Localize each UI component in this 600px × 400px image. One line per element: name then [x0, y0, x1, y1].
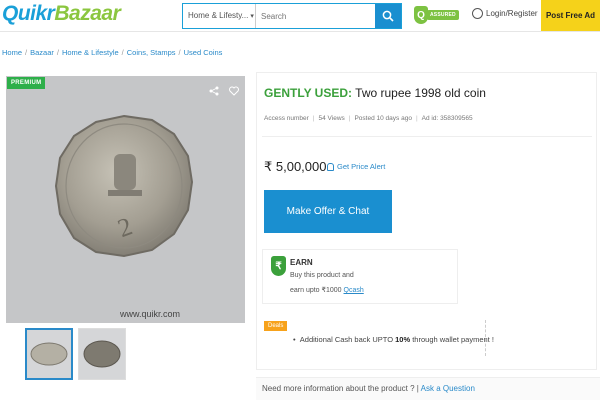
search-bar: Home & Lifesty... ▾: [182, 3, 402, 29]
breadcrumb-item[interactable]: Bazaar: [30, 48, 54, 57]
breadcrumb: Home / Bazaar / Home & Lifestyle / Coins, Stam…: [2, 48, 222, 57]
more-info-bar: Need more information about the product …: [256, 377, 600, 400]
assured-label: ASSURED: [427, 10, 459, 20]
deal-text-prefix: Additional Cash back UPTO: [299, 335, 396, 344]
price-alert-link[interactable]: Get Price Alert: [327, 162, 385, 171]
watermark-text: www.quikr.com: [120, 309, 181, 319]
earn-amount: earn upto ₹1000 Qcash: [290, 286, 364, 294]
ad-id: Ad id: 358309565: [421, 115, 473, 122]
thumbnail-strip: [25, 328, 126, 380]
condition-label: GENTLY USED:: [264, 86, 353, 100]
price-alert-label: Get Price Alert: [337, 162, 386, 171]
product-price: ₹ 5,00,000: [264, 159, 327, 174]
earn-description: Buy this product and: [290, 272, 354, 279]
coin-thumbnail-image: [30, 342, 68, 366]
heart-icon[interactable]: [229, 86, 239, 96]
thumbnail-2[interactable]: [78, 328, 126, 380]
login-register-label: Login/Register: [486, 9, 538, 18]
ask-question-link[interactable]: Ask a Question: [421, 384, 475, 393]
login-register-link[interactable]: Login/Register: [472, 8, 538, 19]
earn-title: EARN: [290, 258, 313, 267]
breadcrumb-separator: /: [25, 48, 28, 57]
thumbnail-1[interactable]: [25, 328, 73, 380]
coin-thumbnail-image: [83, 340, 121, 368]
seller-name: Access number: [264, 115, 309, 122]
product-meta: Access number | 54 Views | Posted 10 days ag…: [264, 115, 473, 122]
category-dropdown[interactable]: Home & Lifesty... ▾: [183, 4, 256, 28]
deals-tag: Deals: [264, 321, 288, 331]
earn-amount-text: earn upto ₹1000: [290, 287, 342, 294]
category-dropdown-label: Home & Lifesty...: [188, 11, 249, 20]
breadcrumb-item[interactable]: Home: [2, 48, 22, 57]
top-header: QuikrBazaar Home & Lifesty...▾ Q ASSURED…: [0, 0, 600, 32]
breadcrumb-separator: /: [178, 48, 181, 57]
breadcrumb-separator: /: [56, 48, 59, 57]
meta-separator: |: [415, 115, 418, 122]
view-count: 54 Views: [318, 115, 345, 122]
bullet: •: [293, 335, 300, 344]
quikr-assured-badge[interactable]: Q ASSURED: [414, 6, 459, 24]
logo-bazaar-text: Bazaar: [54, 2, 121, 25]
product-name: Two rupee 1998 old coin: [355, 86, 486, 100]
more-info-question: Need more information about the product …: [262, 384, 415, 393]
coin-image: 2: [6, 76, 245, 323]
logo-quikr-text: Quikr: [2, 2, 55, 25]
search-input[interactable]: [256, 4, 375, 28]
breadcrumb-item[interactable]: Used Coins: [184, 48, 223, 57]
deal-text-suffix: through wallet payment !: [410, 335, 494, 344]
rupee-coin-icon: ₹: [271, 256, 286, 276]
premium-badge: PREMIUM: [7, 77, 46, 89]
post-free-ad-button[interactable]: Post Free Ad: [541, 0, 600, 31]
breadcrumb-separator: /: [121, 48, 124, 57]
user-icon: [472, 8, 483, 19]
divider: [262, 136, 592, 137]
shield-icon: Q: [414, 6, 428, 24]
share-icon[interactable]: [209, 86, 219, 96]
deal-percent: 10%: [395, 335, 411, 344]
meta-separator: |: [348, 115, 351, 122]
qcash-link[interactable]: Qcash: [344, 287, 364, 294]
meta-separator: |: [312, 115, 315, 122]
product-main-image[interactable]: 2: [6, 76, 245, 323]
breadcrumb-item[interactable]: Home & Lifestyle: [62, 48, 119, 57]
breadcrumb-item[interactable]: Coins, Stamps: [127, 48, 176, 57]
posted-time: Posted 10 days ago: [354, 115, 412, 122]
product-title: GENTLY USED: Two rupee 1998 old coin: [264, 86, 486, 100]
search-icon: [382, 10, 394, 22]
deal-offer-text: • Additional Cash back UPTO 10% through …: [293, 335, 494, 344]
chevron-down-icon: ▾: [250, 13, 254, 20]
search-button[interactable]: [375, 4, 401, 28]
quikr-bazaar-logo[interactable]: QuikrBazaar: [2, 2, 121, 26]
bell-icon: [327, 162, 334, 171]
make-offer-chat-button[interactable]: Make Offer & Chat: [264, 190, 392, 233]
